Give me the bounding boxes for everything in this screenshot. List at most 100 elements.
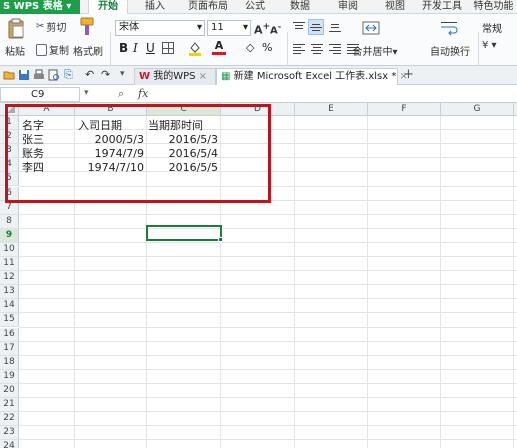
paste-button[interactable]: 粘贴 (2, 43, 28, 58)
app-menu-button[interactable]: S WPS 表格 ▾ (0, 0, 80, 14)
shrink-font-button[interactable]: A- (270, 21, 281, 36)
row-header-9[interactable]: 9 (0, 228, 19, 243)
grid-row-line (19, 298, 517, 300)
formula-input[interactable] (160, 87, 517, 102)
row-header-16[interactable]: 16 (0, 327, 19, 342)
grid-row-line (19, 397, 517, 398)
align-top-icon[interactable] (292, 21, 306, 33)
copy-button[interactable]: 复制 (36, 42, 69, 57)
grid-row-line (19, 382, 517, 384)
scissors-icon: ✂ (36, 21, 45, 32)
highlight-annotation-box (5, 104, 271, 203)
row-header-12[interactable]: 12 (0, 271, 19, 286)
tab-document[interactable]: ▦ 新建 Microsoft Excel 工作表.xlsx * × (216, 68, 408, 85)
name-box-chevron-icon[interactable]: ▾ (84, 88, 89, 98)
grid-row-line (19, 241, 517, 243)
row-header-10[interactable]: 10 (0, 242, 19, 257)
grid-row-line (19, 439, 517, 441)
align-middle-icon[interactable] (308, 19, 324, 35)
merge-center-button[interactable]: 合并居中▾ (352, 43, 398, 58)
align-center-icon[interactable] (310, 43, 324, 55)
grid-row-line (19, 213, 517, 215)
print-icon[interactable] (33, 69, 45, 81)
row-header-17[interactable]: 17 (0, 341, 19, 356)
print-preview-icon[interactable] (48, 69, 60, 81)
grid-row-line (19, 284, 517, 286)
tab-my-wps[interactable]: W 我的WPS × (134, 68, 216, 85)
grid-row-line (19, 270, 517, 272)
spreadsheet-icon: ▦ (221, 71, 231, 82)
borders-icon[interactable] (162, 42, 174, 54)
column-header-f[interactable]: F (368, 103, 441, 116)
row-header-19[interactable]: 19 (0, 369, 19, 384)
grid-row-line (19, 411, 517, 413)
font-color-icon[interactable]: A (212, 39, 226, 55)
row-header-24[interactable]: 24 (0, 440, 19, 448)
italic-button[interactable]: I (133, 41, 138, 55)
name-box[interactable]: C9 (0, 87, 80, 102)
format-painter-icon[interactable] (78, 17, 96, 37)
format-painter-button[interactable]: 格式刷 (72, 43, 104, 58)
row-header-22[interactable]: 22 (0, 412, 19, 427)
column-header-e[interactable]: E (295, 103, 368, 116)
row-header-8[interactable]: 8 (0, 214, 19, 229)
tab-insert[interactable]: 插入 (140, 0, 170, 14)
spreadsheet-grid: ABCDEFGH 1234567891011121314151617181920… (0, 103, 517, 448)
number-format-select[interactable]: 常规 (482, 20, 502, 35)
row-header-18[interactable]: 18 (0, 355, 19, 370)
currency-button[interactable]: ¥ ▾ (482, 40, 512, 54)
tab-data[interactable]: 数据 (285, 0, 315, 14)
new-tab-button[interactable]: + (403, 67, 414, 82)
grid-column-line (367, 116, 368, 448)
row-header-11[interactable]: 11 (0, 257, 19, 272)
fill-handle[interactable] (218, 237, 223, 242)
tab-formula[interactable]: 公式 (240, 0, 270, 14)
row-header-13[interactable]: 13 (0, 285, 19, 300)
grid-column-line (440, 116, 441, 448)
cut-button[interactable]: ✂ 剪切 (36, 19, 66, 34)
row-header-23[interactable]: 23 (0, 426, 19, 441)
font-name-select[interactable]: 宋体 ▾ (115, 20, 205, 36)
undo-icon[interactable]: ↶ (85, 68, 94, 81)
tab-developer[interactable]: 开发工具 (420, 0, 464, 14)
chevron-down-icon: ▾ (196, 22, 202, 33)
redo-icon[interactable]: ↷ (101, 68, 110, 81)
row-header-21[interactable]: 21 (0, 398, 19, 413)
underline-button[interactable]: U (146, 41, 155, 55)
align-bottom-icon[interactable] (328, 21, 342, 33)
quick-access-chevron-icon[interactable]: ▾ (120, 69, 125, 79)
column-header-g[interactable]: G (441, 103, 514, 116)
ribbon: 粘贴 ✂ 剪切 复制 格式刷 宋体 ▾ 11 ▾ A+ A- B I U A ◇ % … (0, 14, 517, 76)
wrap-text-icon[interactable] (440, 20, 458, 36)
grid-row-line (19, 368, 517, 370)
copy-icon (36, 43, 47, 56)
tab-review[interactable]: 审阅 (333, 0, 363, 14)
tab-view[interactable]: 视图 (380, 0, 410, 14)
tab-page-layout[interactable]: 页面布局 (180, 0, 236, 14)
align-left-icon[interactable] (292, 43, 306, 55)
close-icon[interactable]: × (199, 71, 207, 82)
save-icon[interactable] (18, 69, 30, 81)
tab-start[interactable]: 开始 (88, 0, 128, 14)
wrap-text-button[interactable]: 自动换行 (428, 43, 472, 58)
export-icon[interactable]: ⎘ (64, 68, 73, 82)
function-icon[interactable]: fx (138, 87, 148, 100)
grow-font-button[interactable]: A+ (254, 21, 270, 37)
font-size-select[interactable]: 11 ▾ (207, 20, 251, 36)
fill-color-icon[interactable] (188, 40, 202, 56)
zoom-icon[interactable]: ⌕ (118, 87, 124, 101)
row-header-15[interactable]: 15 (0, 313, 19, 328)
selected-cell-c9[interactable] (146, 225, 222, 241)
grid-row-line (19, 227, 517, 229)
merge-center-icon[interactable] (362, 20, 380, 36)
row-header-20[interactable]: 20 (0, 383, 19, 398)
bold-button[interactable]: B (119, 41, 128, 55)
align-right-icon[interactable] (328, 43, 342, 55)
percent-style-button[interactable]: % (262, 41, 272, 54)
erase-format-icon[interactable]: ◇ (246, 41, 254, 54)
open-folder-icon[interactable] (3, 69, 15, 81)
tab-special[interactable]: 特色功能 (470, 0, 517, 14)
row-header-14[interactable]: 14 (0, 299, 19, 314)
grid-column-line (294, 116, 295, 448)
paste-icon[interactable] (6, 18, 26, 40)
